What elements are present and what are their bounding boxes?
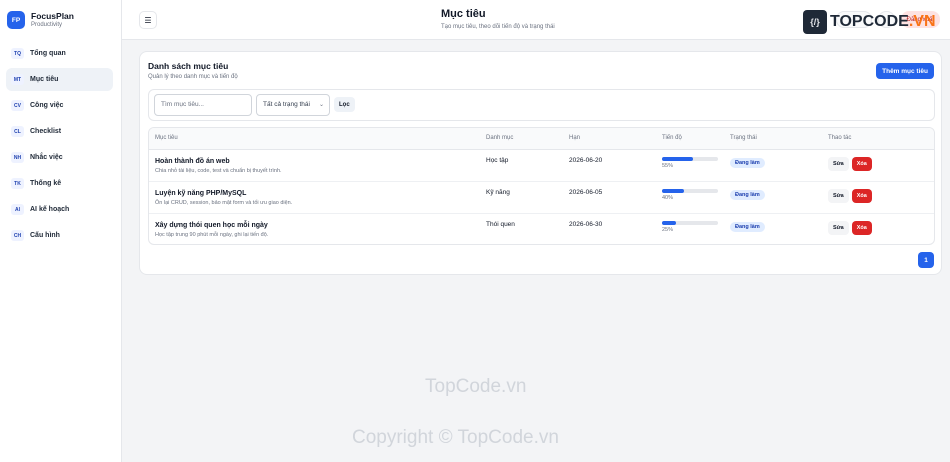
table-row: Hoàn thành đồ án web Chia nhỏ tài liệu, … <box>149 149 934 181</box>
progress-label: 55% <box>662 162 674 169</box>
sidebar-item-label: Checklist <box>30 128 62 135</box>
brand-logo: FP <box>7 11 25 29</box>
filter-button[interactable]: Lọc <box>334 97 355 112</box>
card-subtitle: Quản lý theo danh mục và tiến độ <box>148 74 238 80</box>
pagination-page-button[interactable]: 1 <box>918 252 934 268</box>
column-header: Mục tiêu <box>149 128 486 150</box>
status-select[interactable]: Tất cả trạng thái ⌄ <box>256 94 330 116</box>
search-input[interactable]: Tìm mục tiêu... <box>154 94 252 116</box>
progress-fill <box>662 220 676 225</box>
hamburger-icon: ☰ <box>144 15 152 25</box>
goal-category: Kỹ năng <box>486 188 510 196</box>
sidebar-item-label: Tổng quan <box>30 50 66 57</box>
goal-due-date: 2026-06-05 <box>569 188 603 196</box>
sidebar-item-label: Mục tiêu <box>30 76 59 83</box>
delete-button[interactable]: Xóa <box>851 220 872 235</box>
menu-toggle-button[interactable]: ☰ <box>139 11 157 29</box>
brand-subtitle: Productivity <box>31 21 63 28</box>
table-row: Luyện kỹ năng PHP/MySQL Ôn lại CRUD, ses… <box>149 181 934 213</box>
watermark-logo: {/} TOPCODE.VN <box>803 10 936 34</box>
column-header: Danh mục <box>486 128 569 150</box>
progress-fill <box>662 188 685 193</box>
progress-bar <box>662 156 718 161</box>
progress-label: 40% <box>662 194 674 201</box>
brand[interactable]: FP FocusPlan Productivity <box>0 0 121 30</box>
delete-button[interactable]: Xóa <box>851 188 872 203</box>
overview-icon: TQ <box>11 48 24 59</box>
sidebar-item-overview[interactable]: TQ Tổng quan <box>6 42 113 65</box>
sidebar-item-reminders[interactable]: NH Nhắc việc <box>6 146 113 169</box>
edit-button[interactable]: Sửa <box>828 156 849 171</box>
goals-icon: MT <box>11 74 24 85</box>
column-header: Thao tác <box>828 128 934 150</box>
goal-description: Ôn lại CRUD, session, bảo mật form và tố… <box>155 199 293 206</box>
sidebar-item-label: Cấu hình <box>30 232 60 239</box>
watermark-logo-text: TOPCODE <box>830 13 909 30</box>
sidebar-item-checklist[interactable]: CL Checklist <box>6 120 113 143</box>
goal-title: Luyện kỹ năng PHP/MySQL <box>155 189 247 197</box>
sidebar-item-label: Thống kê <box>30 180 62 187</box>
watermark-text: TopCode.vn <box>425 376 527 397</box>
status-badge: Đang làm <box>730 157 765 168</box>
brand-name: FocusPlan <box>31 10 74 21</box>
sidebar-item-label: AI kế hoạch <box>30 206 70 213</box>
column-header: Tiến độ <box>662 128 730 150</box>
watermark-copyright: Copyright © TopCode.vn <box>352 427 559 448</box>
goal-category: Học tập <box>486 156 509 164</box>
goal-description: Chia nhỏ tài liệu, code, test và chuẩn b… <box>155 167 282 174</box>
reminders-icon: NH <box>11 152 24 163</box>
card-title: Danh sách mục tiêu <box>148 61 229 71</box>
edit-button[interactable]: Sửa <box>828 220 849 235</box>
page-subtitle: Tạo mục tiêu, theo dõi tiến độ và trạng … <box>441 24 555 30</box>
goal-category: Thói quen <box>486 220 515 228</box>
topcode-logo-icon: {/} <box>803 10 827 34</box>
progress-bar <box>662 188 718 193</box>
sidebar-nav: TQ Tổng quan MT Mục tiêu CV Công việc CL… <box>0 42 121 247</box>
edit-button[interactable]: Sửa <box>828 188 849 203</box>
sidebar-item-ai-plan[interactable]: AI AI kế hoạch <box>6 198 113 221</box>
sidebar-item-goals[interactable]: MT Mục tiêu <box>6 68 113 91</box>
delete-button[interactable]: Xóa <box>851 156 872 171</box>
column-header: Hạn <box>569 128 662 150</box>
status-select-value: Tất cả trạng thái <box>263 101 310 108</box>
column-header: Trạng thái <box>730 128 828 150</box>
tasks-icon: CV <box>11 100 24 111</box>
stats-icon: TK <box>11 178 24 189</box>
sidebar-item-tasks[interactable]: CV Công việc <box>6 94 113 117</box>
checklist-icon: CL <box>11 126 24 137</box>
goal-description: Học tập trung 90 phút mỗi ngày, ghi lại … <box>155 231 269 238</box>
status-badge: Đang làm <box>730 189 765 200</box>
goal-due-date: 2026-06-20 <box>569 156 603 164</box>
table-row: Xây dựng thói quen học mỗi ngày Học tập … <box>149 213 934 244</box>
watermark-logo-accent: .VN <box>908 13 936 30</box>
filter-bar: Tìm mục tiêu... Tất cả trạng thái ⌄ Lọc <box>148 89 935 121</box>
chevron-down-icon: ⌄ <box>318 102 324 108</box>
progress-bar <box>662 220 718 225</box>
goals-card: Danh sách mục tiêu Quản lý theo danh mục… <box>139 51 942 275</box>
goal-title: Xây dựng thói quen học mỗi ngày <box>155 221 268 229</box>
goal-title: Hoàn thành đồ án web <box>155 157 230 165</box>
sidebar-item-label: Nhắc việc <box>30 154 63 161</box>
page-title: Mục tiêu <box>441 8 486 20</box>
table-header-row: Mục tiêu Danh mục Hạn Tiến độ Trạng thái… <box>149 128 934 150</box>
sidebar: FP FocusPlan Productivity TQ Tổng quan M… <box>0 0 122 462</box>
goal-due-date: 2026-06-30 <box>569 220 603 228</box>
progress-fill <box>662 156 693 161</box>
status-badge: Đang làm <box>730 221 765 232</box>
goals-table: Mục tiêu Danh mục Hạn Tiến độ Trạng thái… <box>148 127 935 245</box>
add-goal-button[interactable]: Thêm mục tiêu <box>876 63 934 79</box>
progress-label: 25% <box>662 226 674 233</box>
sidebar-item-stats[interactable]: TK Thống kê <box>6 172 113 195</box>
sidebar-item-label: Công việc <box>30 102 64 109</box>
settings-icon: CH <box>11 230 24 241</box>
sidebar-item-settings[interactable]: CH Cấu hình <box>6 224 113 247</box>
ai-icon: AI <box>11 204 24 215</box>
